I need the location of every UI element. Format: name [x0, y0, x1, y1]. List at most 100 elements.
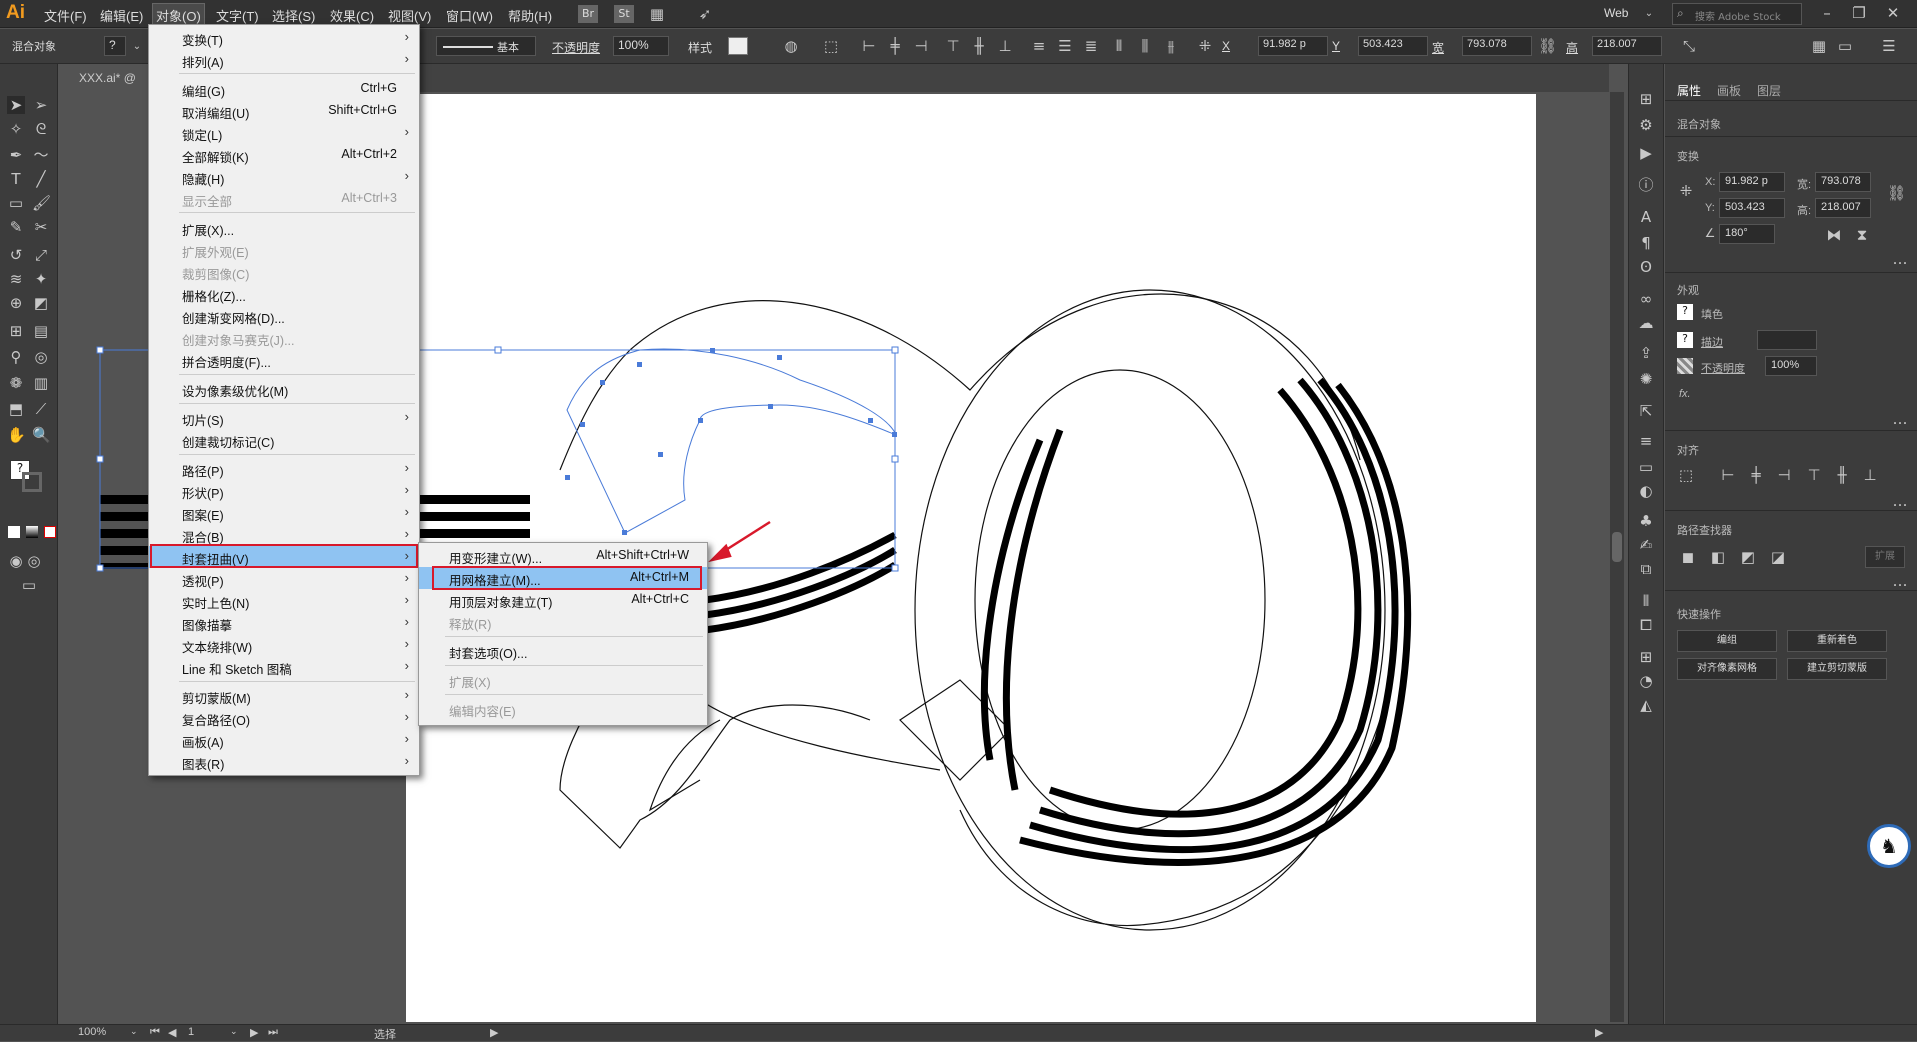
anchor-point[interactable] — [637, 362, 642, 367]
menu-item-path[interactable]: 路径(P) › — [149, 458, 419, 480]
flip-vertical-icon[interactable]: ⧗ — [1853, 226, 1871, 244]
align-to-icon[interactable]: ⬚ — [1677, 466, 1695, 484]
menu-item-transform[interactable]: 变换(T) › — [149, 27, 419, 49]
stroke-label[interactable]: 描边 — [1701, 334, 1723, 350]
panel-x-input[interactable]: 91.982 p — [1719, 172, 1785, 192]
panel-opacity-input[interactable]: 100% — [1765, 356, 1817, 376]
tab-artboards[interactable]: 画板 — [1717, 82, 1741, 99]
bbox-handle[interactable] — [96, 564, 104, 572]
anchor-point[interactable] — [622, 530, 627, 535]
gradient-panel-icon[interactable]: ▭ — [1637, 458, 1655, 476]
graphic-styles-icon[interactable]: ⧉ — [1637, 560, 1655, 578]
menu-item-lock[interactable]: 锁定(L) › — [149, 122, 419, 144]
more-options-icon[interactable]: … — [1891, 250, 1909, 268]
menu-item-shape[interactable]: 形状(P) › — [149, 480, 419, 502]
menu-item-group[interactable]: 编组(G) Ctrl+G — [149, 78, 419, 100]
align-panel-icon[interactable]: ⫴ — [1637, 592, 1655, 610]
stroke-weight-input[interactable] — [1757, 330, 1817, 350]
color-guide-icon[interactable]: ✺ — [1637, 370, 1655, 388]
panel-h-input[interactable]: 218.007 — [1815, 198, 1871, 218]
recolor-button[interactable]: 重新着色 — [1787, 630, 1887, 652]
scroll-thumb[interactable] — [1612, 532, 1622, 562]
export-icon[interactable]: ⇱ — [1637, 402, 1655, 420]
unite-icon[interactable]: ◼ — [1679, 548, 1697, 566]
menu-item-perspective[interactable]: 透视(P) › — [149, 568, 419, 590]
group-button[interactable]: 编组 — [1677, 630, 1777, 652]
minus-front-icon[interactable]: ◧ — [1709, 548, 1727, 566]
bbox-handle[interactable] — [891, 346, 899, 354]
panel-w-input[interactable]: 793.078 — [1815, 172, 1871, 192]
properties-icon[interactable]: ⚙ — [1637, 116, 1655, 134]
menu-item-text-wrap[interactable]: 文本绕排(W) › — [149, 634, 419, 656]
menu-item-pattern[interactable]: 图案(E) › — [149, 502, 419, 524]
menu-item-compound-path[interactable]: 复合路径(O) › — [149, 707, 419, 729]
menu-item-ungroup[interactable]: 取消编组(U) Shift+Ctrl+G — [149, 100, 419, 122]
anchor-point[interactable] — [658, 452, 663, 457]
make-clipping-mask-button[interactable]: 建立剪切蒙版 — [1787, 658, 1887, 680]
align-top-icon[interactable]: ⊤ — [1805, 466, 1823, 484]
next-artboard-icon[interactable]: ▶ — [250, 1026, 258, 1039]
reference-point-icon[interactable]: ⁜ — [1677, 182, 1695, 200]
scroll-right-icon[interactable]: ▶ — [1595, 1026, 1603, 1039]
align-left-icon[interactable]: ⊢ — [1719, 466, 1737, 484]
pathfinder-expand-button[interactable]: 扩展 — [1865, 546, 1905, 568]
anchor-point[interactable] — [768, 404, 773, 409]
asset-export-icon[interactable]: ⇪ — [1637, 344, 1655, 362]
rotate-angle-input[interactable]: 180° — [1719, 224, 1775, 244]
cc-libraries-icon[interactable]: ☁ — [1637, 314, 1655, 332]
anchor-point[interactable] — [892, 432, 897, 437]
more-options-icon[interactable]: … — [1891, 410, 1909, 428]
appearance-icon[interactable]: ◔ — [1637, 672, 1655, 690]
anchor-point[interactable] — [777, 355, 782, 360]
menu-item-hide[interactable]: 隐藏(H) › — [149, 166, 419, 188]
bbox-handle[interactable] — [494, 346, 502, 354]
align-pixel-grid-button[interactable]: 对齐像素网格 — [1677, 658, 1777, 680]
anchor-point[interactable] — [698, 418, 703, 423]
anchor-point[interactable] — [868, 418, 873, 423]
transform-panel-icon[interactable]: ⊞ — [1637, 648, 1655, 666]
panel-opacity-label[interactable]: 不透明度 — [1701, 360, 1745, 376]
artboard-number[interactable]: 1 — [188, 1026, 194, 1038]
menu-item-live-paint[interactable]: 实时上色(N) › — [149, 590, 419, 612]
character-icon[interactable]: A — [1637, 208, 1655, 226]
first-artboard-icon[interactable]: ⏮ — [150, 1026, 160, 1039]
bbox-handle[interactable] — [891, 564, 899, 572]
symbols-icon[interactable]: ♣ — [1637, 512, 1655, 530]
pathfinder-icon[interactable]: ⧠ — [1637, 616, 1655, 634]
status-arrow-icon[interactable]: ▶ — [490, 1026, 498, 1039]
align-hcenter-icon[interactable]: ╪ — [1747, 466, 1765, 484]
menu-item-artboards[interactable]: 画板(A) › — [149, 729, 419, 751]
menu-item-expand[interactable]: 扩展(X)... — [149, 217, 419, 239]
anchor-point[interactable] — [600, 380, 605, 385]
align-vcenter-icon[interactable]: ╫ — [1833, 466, 1851, 484]
tab-properties[interactable]: 属性 — [1677, 82, 1701, 99]
bbox-handle[interactable] — [96, 455, 104, 463]
menu-item-image-trace[interactable]: 图像描摹 › — [149, 612, 419, 634]
menu-item-blend[interactable]: 混合(B) › — [149, 524, 419, 546]
submenu-item-envelope-options[interactable]: 封套选项(O)... — [419, 640, 707, 662]
menu-item-line-sketch[interactable]: Line 和 Sketch 图稿 › — [149, 656, 419, 678]
anchor-point[interactable] — [565, 475, 570, 480]
envelope-path[interactable] — [566, 348, 897, 534]
menu-item-rasterize[interactable]: 栅格化(Z)... — [149, 283, 419, 305]
layers-icon[interactable]: ◭ — [1637, 696, 1655, 714]
chevron-down-icon[interactable]: ⌄ — [230, 1026, 238, 1037]
last-artboard-icon[interactable]: ⏭ — [268, 1026, 278, 1039]
anchor-point[interactable] — [710, 348, 715, 353]
chevron-down-icon[interactable]: ⌄ — [130, 1026, 138, 1037]
tab-layers[interactable]: 图层 — [1757, 82, 1781, 99]
transparency-icon[interactable]: ◐ — [1637, 482, 1655, 500]
submenu-item-make-with-warp[interactable]: 用变形建立(W)... Alt+Shift+Ctrl+W — [419, 545, 707, 567]
align-bottom-icon[interactable]: ⊥ — [1861, 466, 1879, 484]
bbox-handle[interactable] — [891, 455, 899, 463]
menu-item-unlock-all[interactable]: 全部解锁(K) Alt+Ctrl+2 — [149, 144, 419, 166]
submenu-item-make-with-top-object[interactable]: 用顶层对象建立(T) Alt+Ctrl+C — [419, 589, 707, 611]
intersect-icon[interactable]: ◩ — [1739, 548, 1757, 566]
stroke-swatch-icon[interactable]: ? — [1677, 332, 1693, 348]
links-icon[interactable]: ∞ — [1637, 290, 1655, 308]
paragraph-icon[interactable]: ¶ — [1637, 234, 1655, 252]
constrain-proportions-icon[interactable]: ⛓ — [1887, 184, 1906, 202]
opentype-icon[interactable]: ʘ — [1637, 258, 1655, 276]
anchor-point[interactable] — [580, 422, 585, 427]
libraries-icon[interactable]: ⊞ — [1637, 90, 1655, 108]
